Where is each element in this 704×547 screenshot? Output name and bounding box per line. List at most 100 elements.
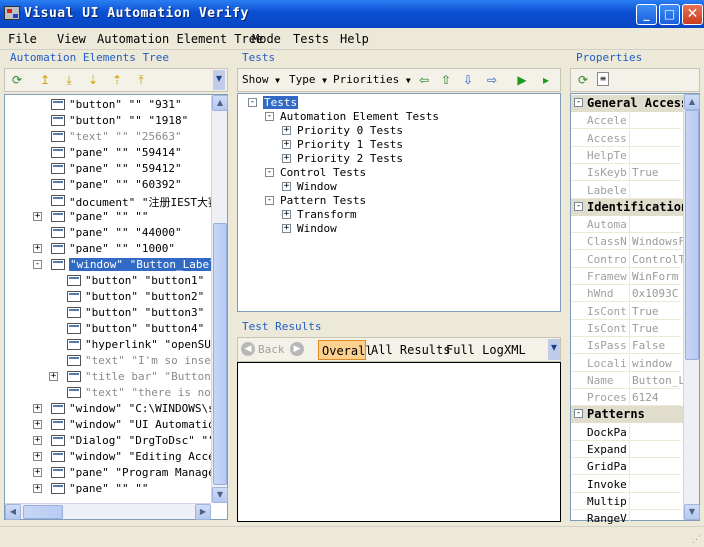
property-row[interactable]: Automa — [571, 216, 681, 234]
show-dropdown[interactable]: Show ▼ — [242, 73, 280, 86]
property-row[interactable]: IsCont True — [571, 319, 681, 337]
property-row[interactable]: GridPa — [571, 458, 681, 476]
expand-icon[interactable]: + — [282, 224, 291, 233]
property-category[interactable]: - Identification — [571, 198, 688, 216]
scroll-up-button[interactable]: ▲ — [212, 95, 228, 111]
property-row[interactable]: IsPass False — [571, 337, 681, 355]
go-next-sibling-icon[interactable]: ⇣ — [85, 72, 101, 88]
refresh-icon[interactable]: ⟳ — [9, 72, 25, 88]
property-row[interactable]: DockPa — [571, 423, 681, 441]
tree-node[interactable]: + "window" "C:\WINDOWS\sy — [5, 401, 221, 417]
tree-node[interactable]: "button" "button3" " — [5, 305, 217, 321]
forward-arrow-icon[interactable]: ▶ — [290, 342, 304, 356]
scroll-thumb[interactable] — [213, 223, 227, 485]
scroll-left-button[interactable]: ◀ — [5, 504, 21, 520]
scroll-up-button[interactable]: ▲ — [684, 94, 700, 110]
arrow-left-icon[interactable]: ⇦ — [416, 72, 432, 88]
property-row[interactable]: Proces 6124 — [571, 389, 681, 407]
tree-node[interactable]: "button" "button4" " — [5, 321, 217, 337]
go-parent-icon[interactable]: ↥ — [37, 72, 53, 88]
tree-node[interactable]: "text" "there is not — [5, 385, 217, 401]
expand-icon[interactable]: + — [33, 420, 42, 429]
minimize-button[interactable]: _ — [636, 4, 657, 25]
tree-node[interactable]: "button" "" "931" — [5, 97, 211, 113]
tree-node[interactable]: "pane" "" "59412" — [5, 161, 211, 177]
expand-icon[interactable]: + — [33, 436, 42, 445]
collapse-icon[interactable]: - — [33, 260, 42, 269]
properties-vertical-scrollbar[interactable]: ▲ ▼ — [683, 94, 700, 520]
go-last-child-icon[interactable]: ⤒ — [133, 72, 149, 88]
property-row[interactable]: HelpTe — [571, 146, 681, 164]
expand-icon[interactable]: + — [282, 140, 291, 149]
property-row[interactable]: IsKeyb True — [571, 164, 681, 182]
tree-node[interactable]: + "Dialog" "DrgToDsc" "" — [5, 433, 215, 449]
property-row[interactable]: Access — [571, 129, 681, 147]
tree-horizontal-scrollbar[interactable]: ◀ ▶ — [5, 503, 211, 520]
menu-file[interactable]: File — [8, 32, 37, 46]
property-row[interactable]: Invoke — [571, 475, 681, 493]
tree-vertical-scrollbar[interactable]: ▲ ▼ — [211, 95, 228, 503]
expand-icon[interactable]: + — [49, 372, 58, 381]
tree-node[interactable]: "button" "button1" " — [5, 273, 217, 289]
property-row[interactable]: IsCont True — [571, 302, 681, 320]
tree-node[interactable]: "button" "button2" " — [5, 289, 217, 305]
type-dropdown[interactable]: Type ▼ — [289, 73, 327, 86]
property-row[interactable]: Framew WinForm — [571, 268, 681, 285]
arrow-up-icon[interactable]: ⇧ — [438, 72, 454, 88]
back-button[interactable]: Back — [258, 343, 285, 356]
expand-icon[interactable]: + — [33, 212, 42, 221]
tree-node[interactable]: + "pane" "" "" — [5, 481, 211, 497]
menu-tests[interactable]: Tests — [293, 32, 329, 46]
tree-node[interactable]: "text" "" "25663" — [5, 129, 211, 145]
expand-icon[interactable]: + — [33, 484, 42, 493]
tree-node[interactable]: "hyperlink" "openSUS — [5, 337, 217, 353]
scroll-down-button[interactable]: ▼ — [684, 504, 700, 520]
tree-node[interactable]: + "window" "Editing Acces — [5, 449, 221, 465]
property-row[interactable]: hWnd 0x1093C — [571, 285, 681, 303]
tree-node[interactable]: + "window" "UI Automation — [5, 417, 221, 433]
property-row[interactable]: Name Button_La — [571, 371, 685, 389]
menu-automation-element-tree[interactable]: Automation Element Tree — [97, 32, 263, 46]
arrow-right-icon[interactable]: ⇨ — [484, 72, 500, 88]
collapse-icon[interactable]: - — [265, 196, 274, 205]
toolbar-overflow-icon[interactable]: ▾ — [213, 70, 225, 90]
h-scroll-thumb[interactable] — [23, 505, 63, 519]
close-button[interactable]: ✕ — [682, 4, 703, 25]
collapse-icon[interactable]: - — [265, 168, 274, 177]
tab-overall[interactable]: Overall — [318, 340, 373, 360]
tree-node[interactable]: + "title bar" "Button_ — [5, 369, 217, 385]
menu-mode[interactable]: Mode — [252, 32, 281, 46]
scroll-right-button[interactable]: ▶ — [195, 504, 211, 520]
property-row[interactable]: ControControlTy — [571, 250, 685, 268]
expand-icon[interactable]: + — [282, 154, 291, 163]
collapse-icon[interactable]: - — [265, 112, 274, 121]
collapse-icon[interactable]: - — [574, 98, 583, 107]
toolbar-overflow-icon[interactable]: ▾ — [548, 339, 560, 360]
test-node[interactable]: + Window — [238, 221, 558, 237]
property-category[interactable]: - General Access — [571, 95, 688, 112]
expand-icon[interactable]: + — [33, 468, 42, 477]
collapse-icon[interactable]: - — [574, 201, 583, 211]
tree-node[interactable]: "text" "I'm so insen — [5, 353, 217, 369]
property-category[interactable]: - Patterns — [571, 406, 683, 424]
tree-node[interactable]: + "pane" "Program Manager — [5, 465, 221, 481]
scroll-thumb[interactable] — [685, 110, 699, 360]
tree-node[interactable]: "pane" "" "44000" — [5, 225, 211, 241]
expand-icon[interactable]: + — [282, 210, 291, 219]
tree-node[interactable]: "pane" "" "59414" — [5, 145, 211, 161]
arrow-down-icon[interactable]: ⇩ — [460, 72, 476, 88]
expand-icon[interactable]: + — [33, 404, 42, 413]
expand-icon[interactable]: + — [282, 182, 291, 191]
tree-node[interactable]: "pane" "" "60392" — [5, 177, 211, 193]
tree-node[interactable]: "document" "注册IEST大赛 — [5, 193, 219, 209]
tab-full-log[interactable]: Full Log — [446, 343, 504, 357]
tab-all-results[interactable]: All Results — [371, 343, 450, 357]
expand-icon[interactable]: + — [33, 452, 42, 461]
expand-icon[interactable]: + — [282, 126, 291, 135]
menu-help[interactable]: Help — [340, 32, 369, 46]
go-prev-sibling-icon[interactable]: ⇡ — [109, 72, 125, 88]
tab-xml[interactable]: XML — [504, 343, 526, 357]
menu-view[interactable]: View — [57, 32, 86, 46]
property-row[interactable]: ClassNWindowsFo — [571, 233, 685, 251]
property-row[interactable]: Expand — [571, 441, 681, 458]
